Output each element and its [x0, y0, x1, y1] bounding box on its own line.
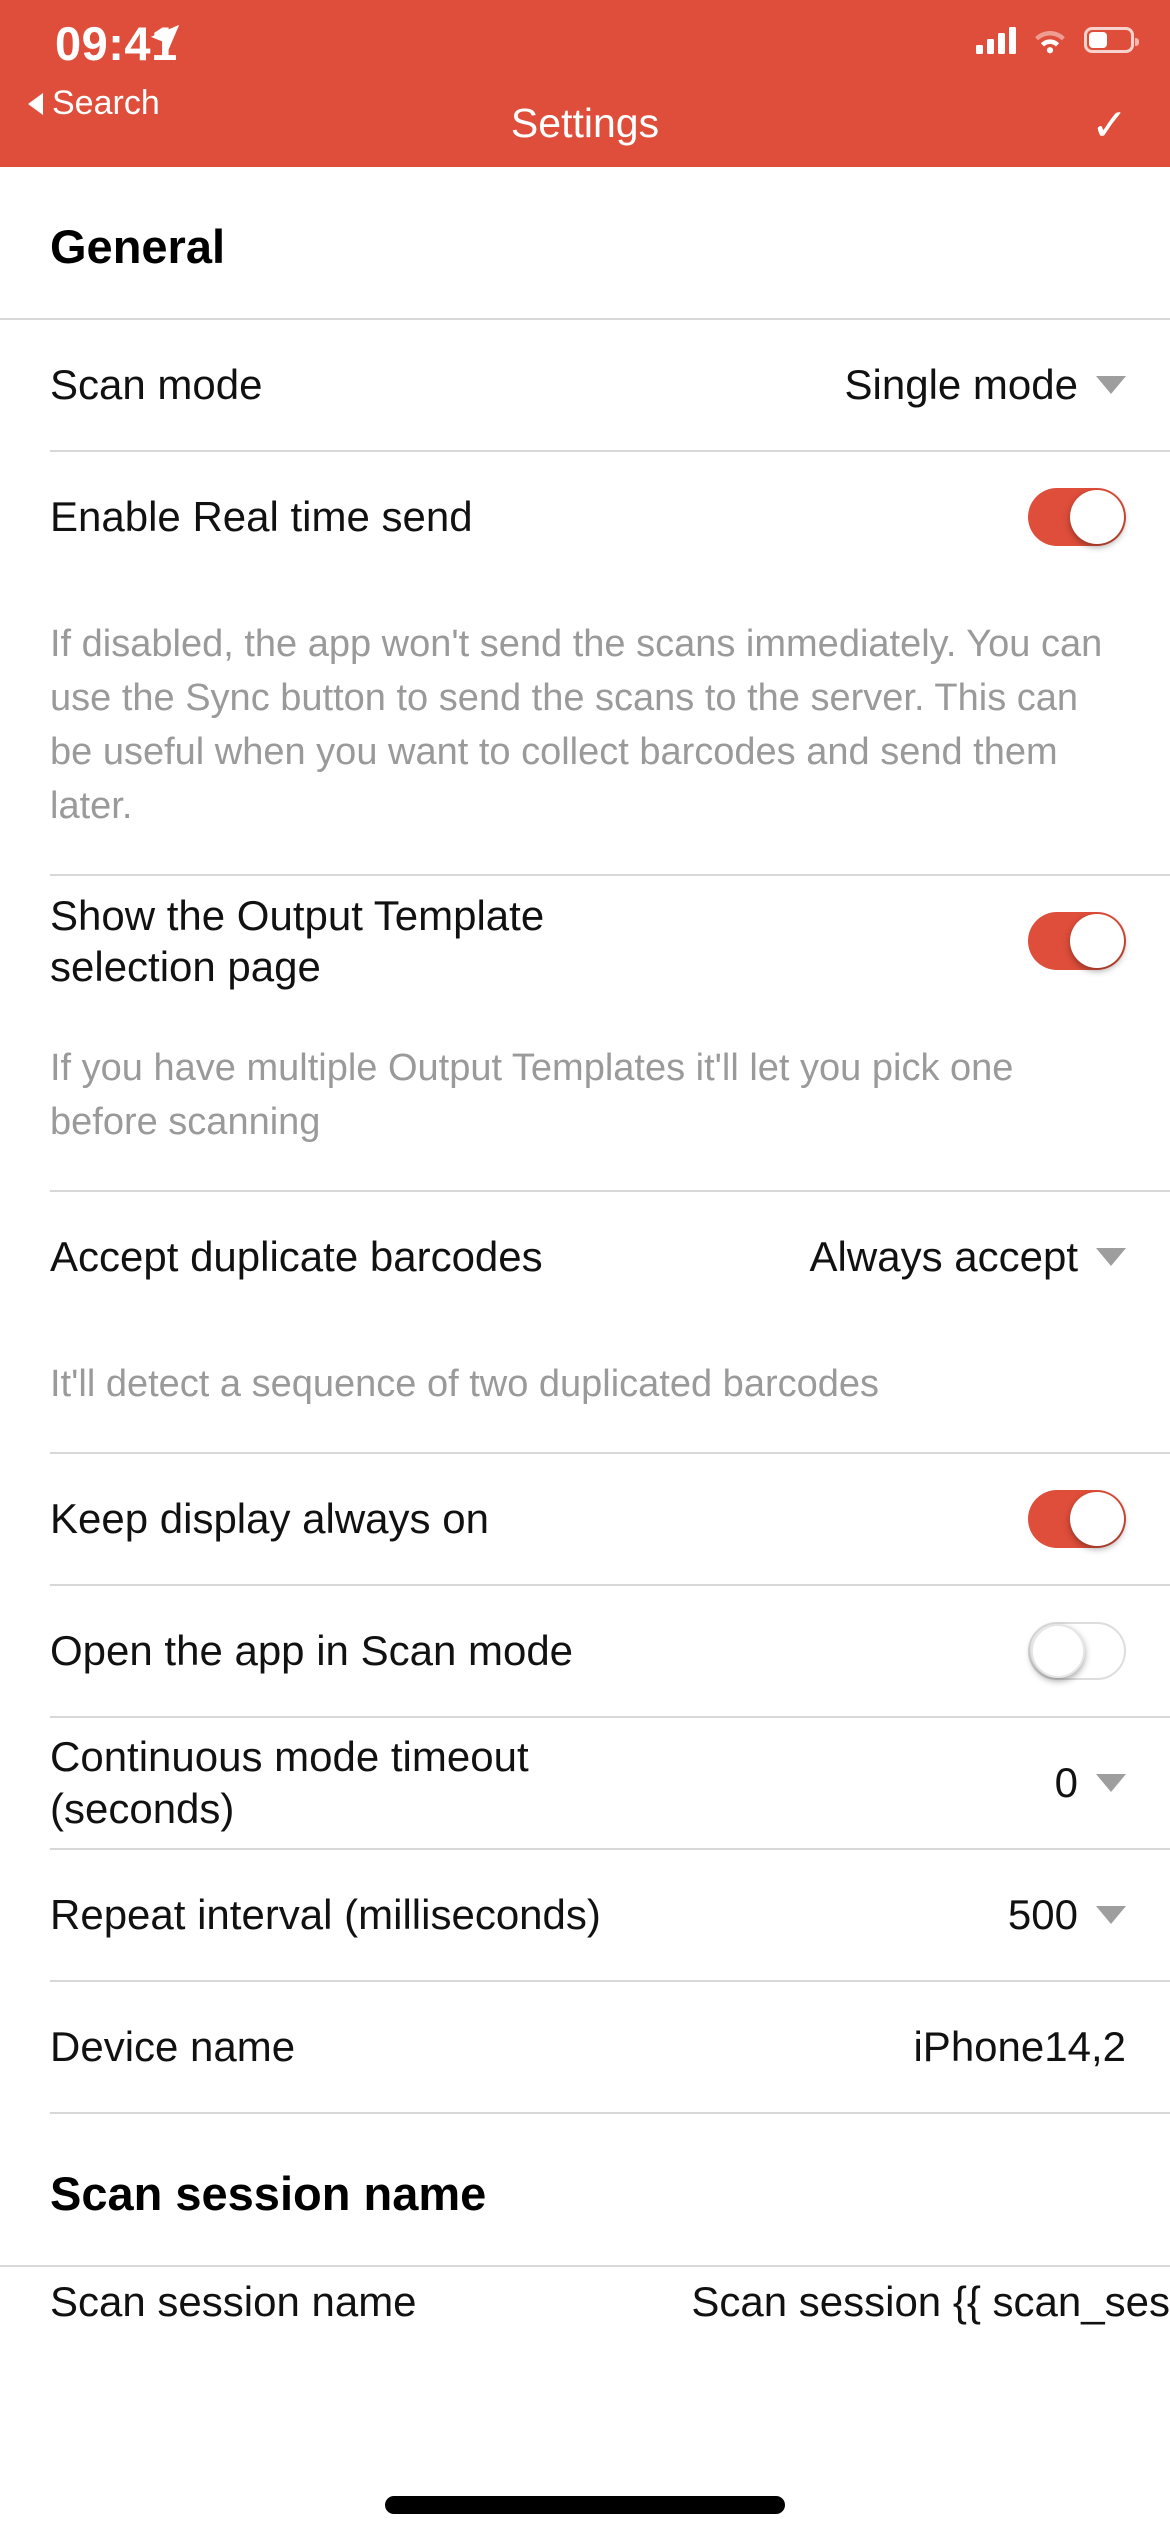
navigation-bar: 09:41 Search Settings ✓	[0, 0, 1170, 167]
row-scan-session-name-value: Scan session {{ scan_ses	[691, 2277, 1170, 2325]
help-text-duplicate-barcodes: It'll detect a sequence of two duplicate…	[50, 1362, 880, 1405]
device-name-value-wrap: iPhone14,2	[913, 2023, 1126, 2071]
row-open-in-scan-mode-label: Open the app in Scan mode	[50, 1627, 574, 1675]
chevron-down-icon	[1096, 1247, 1126, 1266]
scan-mode-value: Single mode	[844, 361, 1078, 408]
wifi-icon	[1035, 30, 1065, 53]
chevron-down-icon	[1096, 1773, 1126, 1792]
row-device-name-label: Device name	[50, 2023, 296, 2071]
toggle-keep-display-on[interactable]	[1028, 1489, 1126, 1548]
duplicate-barcodes-value: Always accept	[809, 1232, 1078, 1280]
row-duplicate-barcodes[interactable]: Accept duplicate barcodes Always accept	[0, 1192, 1170, 1322]
status-bar-indicators	[976, 26, 1139, 54]
status-bar: 09:41	[0, 0, 1170, 96]
row-scan-mode-label: Scan mode	[50, 361, 263, 409]
continuous-timeout-value: 0	[1054, 1758, 1078, 1806]
continuous-timeout-dropdown[interactable]: 0	[1055, 1759, 1126, 1807]
help-text-real-time-send: If disabled, the app won't send the scan…	[50, 623, 1103, 827]
row-real-time-send[interactable]: Enable Real time send	[0, 452, 1170, 582]
row-open-in-scan-mode[interactable]: Open the app in Scan mode	[0, 1586, 1170, 1716]
scan-mode-dropdown[interactable]: Single mode	[845, 361, 1126, 409]
row-device-name[interactable]: Device name iPhone14,2	[0, 1982, 1170, 2112]
checkmark-icon[interactable]: ✓	[1091, 104, 1128, 148]
row-continuous-timeout[interactable]: Continuous mode timeout (seconds) 0	[0, 1718, 1170, 1848]
row-repeat-interval[interactable]: Repeat interval (milliseconds) 500	[0, 1850, 1170, 1980]
toggle-knob	[1070, 913, 1124, 968]
location-arrow-icon	[150, 24, 180, 54]
toggle-knob	[1070, 1491, 1124, 1546]
settings-screen: 09:41 Search Settings ✓ General Scan mod…	[0, 0, 1170, 2532]
toggle-real-time-send[interactable]	[1028, 488, 1126, 546]
toggle-knob	[1070, 490, 1124, 544]
section-header-scan-session-name: Scan session name	[50, 2166, 487, 2220]
row-output-template-page[interactable]: Show the Output Template selection page	[0, 876, 1170, 1006]
chevron-down-icon	[1096, 1905, 1126, 1924]
battery-icon	[1084, 27, 1139, 53]
duplicate-barcodes-dropdown[interactable]: Always accept	[810, 1233, 1126, 1281]
row-keep-display-on[interactable]: Keep display always on	[0, 1454, 1170, 1584]
row-duplicate-barcodes-label: Accept duplicate barcodes	[50, 1233, 543, 1281]
toggle-knob	[1031, 1623, 1085, 1678]
home-indicator	[385, 2496, 785, 2514]
help-text-output-template: If you have multiple Output Templates it…	[50, 1046, 1014, 1143]
toggle-open-in-scan-mode[interactable]	[1028, 1621, 1126, 1680]
row-repeat-interval-label: Repeat interval (milliseconds)	[50, 1891, 601, 1939]
page-title: Settings	[510, 100, 660, 146]
toggle-output-template-page[interactable]	[1028, 911, 1126, 970]
cellular-signal-icon	[976, 26, 1016, 54]
row-scan-session-name[interactable]: Scan session name Scan session {{ scan_s…	[0, 2267, 1170, 2337]
repeat-interval-dropdown[interactable]: 500	[1008, 1891, 1126, 1939]
device-name-value: iPhone14,2	[913, 2022, 1126, 2070]
row-scan-mode[interactable]: Scan mode Single mode	[0, 320, 1170, 450]
repeat-interval-value: 500	[1007, 1890, 1078, 1938]
section-header-general: General	[50, 220, 226, 273]
row-keep-display-on-label: Keep display always on	[50, 1495, 489, 1543]
row-scan-session-name-label: Scan session name	[50, 2278, 417, 2326]
settings-list: General Scan mode Single mode Enable Rea…	[0, 167, 1170, 2337]
row-output-template-page-label: Show the Output Template selection page	[50, 891, 545, 990]
row-continuous-timeout-label: Continuous mode timeout (seconds)	[50, 1733, 529, 1832]
chevron-down-icon	[1096, 376, 1126, 394]
row-real-time-send-label: Enable Real time send	[50, 493, 473, 541]
